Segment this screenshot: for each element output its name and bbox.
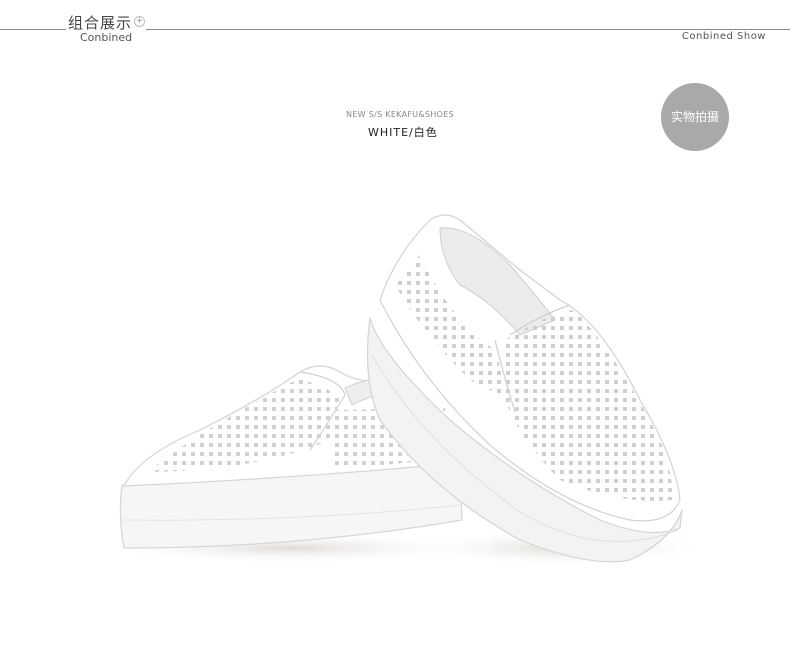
- product-photo-shoes: [100, 214, 710, 566]
